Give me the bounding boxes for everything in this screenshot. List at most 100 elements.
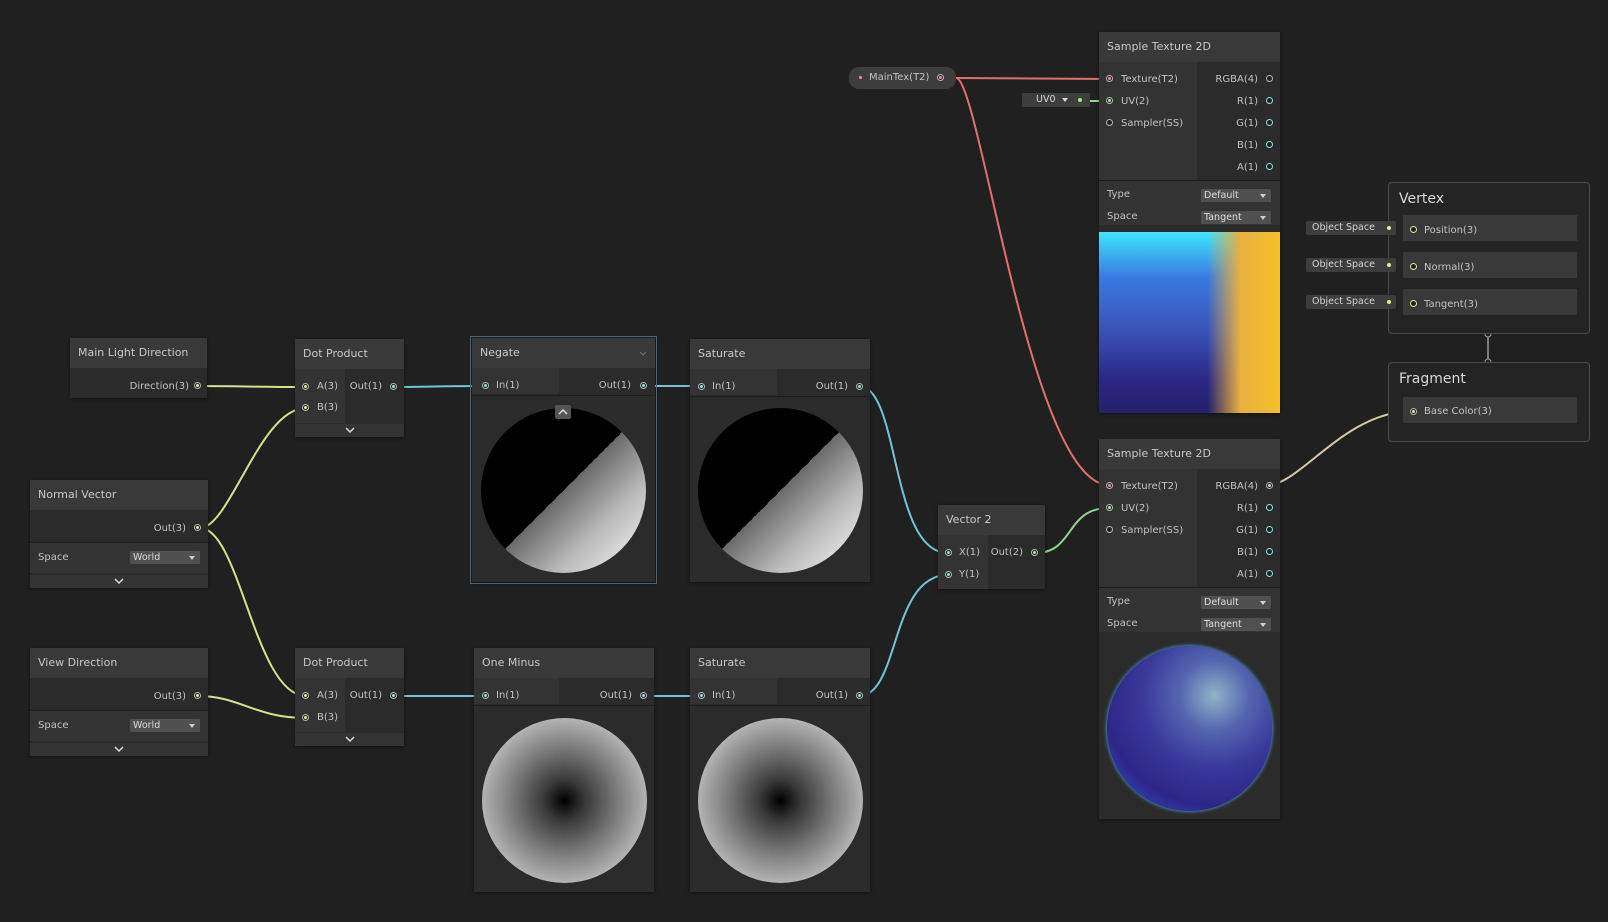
base-color-input-port[interactable] — [1410, 408, 1417, 415]
output-port-r[interactable] — [1266, 97, 1273, 104]
output-label: Out(3) — [153, 691, 186, 702]
input-port-uv[interactable] — [1106, 504, 1113, 511]
input-port[interactable] — [482, 382, 489, 389]
maintex-property-node[interactable]: MainTex(T2) — [849, 67, 956, 89]
output-port-b[interactable] — [1266, 141, 1273, 148]
type-dropdown[interactable]: Default — [1201, 596, 1271, 609]
output-port[interactable] — [390, 383, 397, 390]
position-input-port[interactable] — [1410, 226, 1417, 233]
output-port-r[interactable] — [1266, 504, 1273, 511]
output-port[interactable] — [856, 692, 863, 699]
uv-channel-value: UV0 — [1036, 94, 1056, 105]
node-title: Dot Product — [295, 648, 404, 678]
expand-toggle[interactable] — [295, 424, 404, 437]
normal-vector-node[interactable]: Normal Vector Out(3) Space World — [30, 480, 208, 588]
tangent-input-port[interactable] — [1410, 300, 1417, 307]
vector2-node[interactable]: Vector 2 X(1) Y(1) Out(2) — [938, 505, 1045, 589]
input-port[interactable] — [482, 692, 489, 699]
fragment-context[interactable]: Fragment — [1388, 362, 1590, 442]
chevron-down-icon — [189, 556, 195, 560]
dot-product-node-top[interactable]: Dot Product A(3) B(3) Out(1) — [295, 339, 404, 437]
input-port-a[interactable] — [302, 383, 309, 390]
sample-texture-2d-node-top[interactable]: Sample Texture 2D Texture(T2) UV(2) Samp… — [1099, 32, 1280, 413]
input-port-uv[interactable] — [1106, 97, 1113, 104]
space-dropdown[interactable]: Tangent — [1201, 211, 1271, 224]
input-port-b[interactable] — [302, 714, 309, 721]
node-title: Normal Vector — [30, 480, 208, 510]
input-port-sampler[interactable] — [1106, 119, 1113, 126]
input-port[interactable] — [698, 383, 705, 390]
wire-normal-to-dot-bottom-a[interactable] — [199, 527, 307, 697]
negate-node[interactable]: Negate In(1) Out(1) — [470, 336, 657, 584]
input-port-texture[interactable] — [1106, 482, 1113, 489]
collapse-chevron-icon[interactable] — [639, 351, 647, 357]
output-label-r: R(1) — [1236, 503, 1258, 514]
space-dropdown[interactable]: World — [130, 719, 200, 732]
wire-maintex-to-texture-bottom[interactable] — [955, 77, 1110, 486]
output-port[interactable] — [194, 524, 201, 531]
saturate-node-bottom[interactable]: Saturate In(1) Out(1) — [690, 648, 870, 892]
output-port[interactable] — [194, 692, 201, 699]
sample-texture-2d-node-bottom[interactable]: Sample Texture 2D Texture(T2) UV(2) Samp… — [1099, 439, 1280, 819]
output-port-g[interactable] — [1266, 526, 1273, 533]
output-port-g[interactable] — [1266, 119, 1273, 126]
property-label: MainTex(T2) — [869, 72, 930, 83]
output-port-rgba[interactable] — [1266, 482, 1273, 489]
dot-product-node-bottom[interactable]: Dot Product A(3) B(3) Out(1) — [295, 648, 404, 746]
wire-vec2-to-uv[interactable] — [1034, 507, 1110, 554]
input-label-b: B(3) — [317, 402, 339, 413]
one-minus-node[interactable]: One Minus In(1) Out(1) — [474, 648, 654, 892]
main-light-direction-node[interactable]: Main Light Direction Direction(3) — [70, 338, 207, 398]
normal-space-chip[interactable]: Object Space — [1306, 258, 1396, 272]
output-port[interactable] — [856, 383, 863, 390]
input-port-y[interactable] — [945, 571, 952, 578]
input-port-sampler[interactable] — [1106, 526, 1113, 533]
collapse-preview-button[interactable] — [555, 405, 571, 419]
output-port[interactable] — [640, 382, 647, 389]
output-port[interactable] — [194, 382, 201, 389]
input-port[interactable] — [698, 692, 705, 699]
view-direction-node[interactable]: View Direction Out(3) Space World — [30, 648, 208, 756]
chevron-down-icon — [114, 578, 124, 585]
input-label-b: B(3) — [317, 712, 339, 723]
output-port[interactable] — [390, 692, 397, 699]
output-port-a[interactable] — [1266, 163, 1273, 170]
type-dropdown[interactable]: Default — [1201, 189, 1271, 202]
wire-saturate-bottom-to-vec2-y[interactable] — [858, 574, 949, 697]
output-port[interactable] — [640, 692, 647, 699]
input-port[interactable] — [857, 74, 864, 81]
normal-input-port[interactable] — [1410, 263, 1417, 270]
vertex-context[interactable]: Vertex — [1388, 182, 1590, 334]
input-port-x[interactable] — [945, 549, 952, 556]
chip-dot — [1387, 300, 1391, 304]
wire-view-to-dot-bottom-b[interactable] — [197, 695, 307, 719]
expand-toggle[interactable] — [30, 743, 208, 756]
wire-saturate-top-to-vec2-x[interactable] — [858, 385, 949, 554]
expand-toggle[interactable] — [295, 733, 404, 746]
space-dropdown[interactable]: Tangent — [1201, 618, 1271, 631]
position-space-chip[interactable]: Object Space — [1306, 221, 1396, 235]
output-port-b[interactable] — [1266, 548, 1273, 555]
wire-maintex-to-texture-top[interactable] — [955, 77, 1110, 80]
output-label: Out(1) — [815, 690, 848, 701]
tangent-space-chip[interactable]: Object Space — [1306, 295, 1396, 309]
uv-channel-dropdown[interactable]: UV0 — [1022, 93, 1090, 107]
chevron-down-icon — [1260, 194, 1266, 198]
space-dropdown[interactable]: World — [130, 551, 200, 564]
wire-dot-top-to-negate[interactable] — [392, 385, 485, 388]
output-port[interactable] — [937, 74, 944, 81]
input-port-texture[interactable] — [1106, 75, 1113, 82]
output-port-a[interactable] — [1266, 570, 1273, 577]
expand-toggle[interactable] — [30, 575, 208, 588]
chevron-down-icon — [344, 736, 355, 743]
input-label: In(1) — [712, 690, 736, 701]
input-port-a[interactable] — [302, 692, 309, 699]
output-port-rgba[interactable] — [1266, 75, 1273, 82]
chevron-down-icon — [1260, 623, 1266, 627]
wire-light-to-dot-a[interactable] — [197, 385, 307, 388]
wire-normal-to-dot-top-b[interactable] — [199, 407, 307, 529]
input-port-b[interactable] — [302, 404, 309, 411]
saturate-node-top[interactable]: Saturate In(1) Out(1) — [690, 339, 870, 582]
input-label: In(1) — [496, 690, 520, 701]
output-port[interactable] — [1031, 549, 1038, 556]
